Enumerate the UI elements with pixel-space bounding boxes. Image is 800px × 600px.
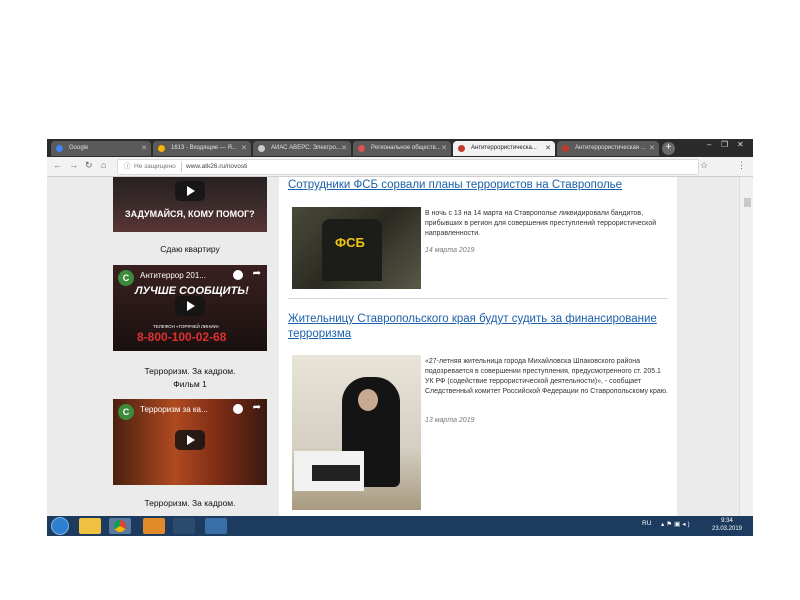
- browser-toolbar: ← → ↻ ⌂ ⓘ Не защищено www.atk26.ru/novos…: [47, 157, 753, 177]
- channel-avatar[interactable]: С: [118, 270, 134, 286]
- channel-avatar[interactable]: С: [118, 404, 134, 420]
- article-date: 14 марта 2019: [425, 247, 475, 254]
- tab-antiterror-2[interactable]: Антитеррористическая ... ✕: [557, 141, 659, 156]
- close-window-icon[interactable]: ✕: [737, 140, 744, 149]
- tab-avers[interactable]: АИАС АВЕРС: Электро... ✕: [253, 141, 351, 156]
- play-button[interactable]: [175, 296, 205, 316]
- media-player-icon[interactable]: [143, 518, 165, 534]
- article-headline[interactable]: Жительницу Ставропольского края будут су…: [288, 312, 657, 342]
- back-icon[interactable]: ←: [53, 160, 62, 170]
- taskbar: RU ▴⚑▣◂) 9:34 23.03.2019: [47, 516, 753, 536]
- avers-favicon-icon: [258, 145, 265, 152]
- close-tab-icon[interactable]: ✕: [341, 141, 347, 156]
- article-date: 13 марта 2019: [425, 417, 475, 424]
- tab-label: 1613 - Входящие — Я...: [171, 145, 237, 151]
- video-title[interactable]: Антитеррор 201...: [140, 271, 206, 280]
- chrome-taskbar-button[interactable]: [109, 518, 131, 534]
- minimize-icon[interactable]: –: [707, 140, 711, 149]
- video-caption[interactable]: Терроризм. За кадром. Фильм 1: [113, 365, 267, 391]
- clock-date: 23.03.2019: [711, 526, 743, 532]
- face-blur: [358, 389, 378, 411]
- chrome-icon: [114, 520, 126, 532]
- share-icon[interactable]: ➦: [253, 268, 261, 279]
- hotline-label: ТЕЛЕФОН «ГОРЯЧЕЙ ЛИНИИ»: [153, 324, 220, 329]
- article-image[interactable]: ФСБ: [292, 207, 421, 289]
- menu-icon[interactable]: ⋮: [737, 160, 746, 171]
- article-headline[interactable]: Сотрудники ФСБ сорвали планы террористов…: [288, 178, 622, 193]
- article-excerpt: В ночь с 13 на 14 марта на Ставрополье л…: [425, 210, 657, 237]
- hotline-phone: 8-800-100-02-68: [137, 330, 227, 344]
- video-title[interactable]: Терроризм за ка...: [140, 405, 208, 414]
- image-label: ФСБ: [335, 235, 365, 250]
- browser-window: Google ✕ 1613 - Входящие — Я... ✕ АИАС А…: [47, 139, 753, 536]
- close-tab-icon[interactable]: ✕: [441, 141, 447, 156]
- address-separator: [181, 162, 182, 172]
- url-text[interactable]: www.atk26.ru/novosti: [186, 160, 247, 174]
- scrollbar-thumb[interactable]: [744, 198, 751, 207]
- video-caption[interactable]: Сдаю квартиру: [113, 243, 267, 256]
- tab-mail[interactable]: 1613 - Входящие — Я... ✕: [153, 141, 251, 156]
- start-button[interactable]: [51, 517, 69, 535]
- bookmark-star-icon[interactable]: ☆: [700, 160, 708, 171]
- article-excerpt: «27-летняя жительница города Михайловска…: [425, 358, 668, 395]
- tab-label: Антитеррористическа...: [471, 145, 537, 151]
- watch-later-icon[interactable]: [233, 404, 243, 414]
- caption-line: Фильм 1: [173, 379, 207, 389]
- share-icon[interactable]: ➦: [253, 402, 261, 413]
- reload-icon[interactable]: ↻: [85, 160, 93, 171]
- tab-label: Антитеррористическая ...: [575, 145, 646, 151]
- tab-label: АИАС АВЕРС: Электро...: [271, 145, 341, 151]
- close-tab-icon[interactable]: ✕: [545, 141, 551, 156]
- headline-line: терроризма: [288, 328, 352, 340]
- video-caption[interactable]: Терроризм. За кадром.: [113, 497, 267, 510]
- tray-icons[interactable]: ▴⚑▣◂): [661, 520, 692, 528]
- address-bar[interactable]: ⓘ Не защищено www.atk26.ru/novosti: [117, 159, 699, 175]
- file-explorer-icon[interactable]: [79, 518, 101, 534]
- tab-label: Региональное обществ...: [371, 145, 441, 151]
- scrollbar[interactable]: [739, 177, 753, 516]
- video-sidebar: ЗАДУМАЙСЯ, КОМУ ПОМОГ? Сдаю квартиру С А…: [47, 177, 279, 516]
- security-label: Не защищено: [134, 163, 176, 170]
- watch-later-icon[interactable]: [233, 270, 243, 280]
- caption-line: Терроризм. За кадром.: [144, 366, 236, 376]
- new-tab-button[interactable]: +: [662, 142, 675, 155]
- close-tab-icon[interactable]: ✕: [141, 141, 147, 156]
- phone-device: [312, 465, 360, 481]
- google-favicon-icon: [56, 145, 63, 152]
- video-player[interactable]: С Терроризм за ка... ➦: [113, 399, 267, 485]
- tab-google[interactable]: Google ✕: [51, 141, 151, 156]
- vest-shape: [322, 219, 382, 281]
- antiterror-favicon-icon: [562, 145, 569, 152]
- tab-antiterror-active[interactable]: Антитеррористическа... ✕: [453, 141, 555, 156]
- info-icon[interactable]: ⓘ: [124, 160, 131, 174]
- maximize-icon[interactable]: ❐: [721, 140, 728, 149]
- play-button[interactable]: [175, 181, 205, 201]
- video-overlay-text: ЗАДУМАЙСЯ, КОМУ ПОМОГ?: [125, 209, 255, 219]
- antiterror-favicon-icon: [458, 145, 465, 152]
- page-content: ЗАДУМАЙСЯ, КОМУ ПОМОГ? Сдаю квартиру С А…: [47, 177, 753, 516]
- tool-icon[interactable]: [173, 518, 195, 534]
- tab-strip: Google ✕ 1613 - Входящие — Я... ✕ АИАС А…: [47, 139, 753, 157]
- headline-line: Жительницу Ставропольского края будут су…: [288, 313, 657, 325]
- word-icon[interactable]: [205, 518, 227, 534]
- mail-favicon-icon: [158, 145, 165, 152]
- close-tab-icon[interactable]: ✕: [649, 141, 655, 156]
- video-player[interactable]: ЗАДУМАЙСЯ, КОМУ ПОМОГ?: [113, 177, 267, 232]
- close-tab-icon[interactable]: ✕: [241, 141, 247, 156]
- system-clock[interactable]: 9:34 23.03.2019: [707, 517, 747, 533]
- article-image[interactable]: [292, 355, 421, 510]
- video-player[interactable]: С Антитеррор 201... ➦ ЛУЧШЕ СООБЩИТЬ! ТЕ…: [113, 265, 267, 351]
- forward-icon[interactable]: →: [69, 160, 78, 170]
- home-icon[interactable]: ⌂: [101, 160, 106, 170]
- tab-regional[interactable]: Региональное обществ... ✕: [353, 141, 451, 156]
- news-list: Сотрудники ФСБ сорвали планы террористов…: [279, 177, 677, 516]
- regional-favicon-icon: [358, 145, 365, 152]
- language-indicator[interactable]: RU: [642, 520, 651, 527]
- clock-time: 9:34: [721, 518, 733, 524]
- article-divider: [288, 298, 668, 299]
- play-button[interactable]: [175, 430, 205, 450]
- tab-label: Google: [69, 145, 89, 151]
